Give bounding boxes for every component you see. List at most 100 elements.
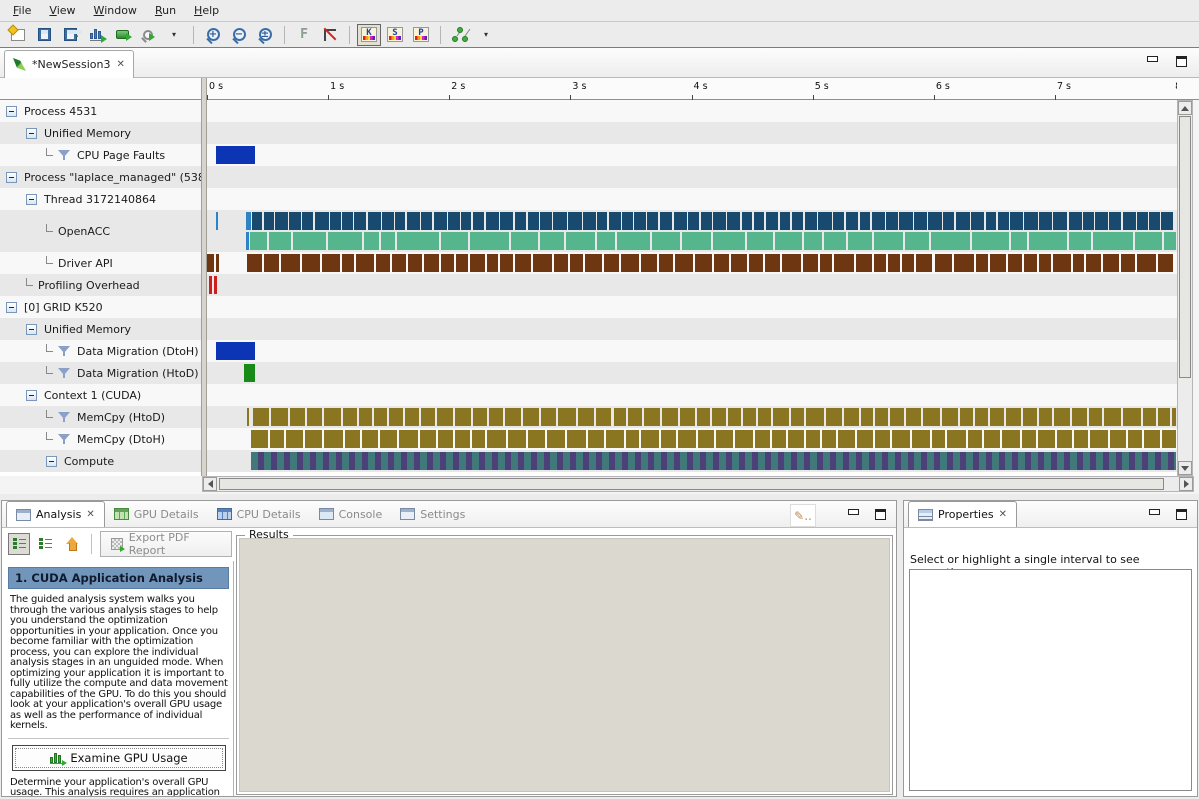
memcpy-htod-interval[interactable] bbox=[1089, 408, 1102, 426]
tab-settings[interactable]: Settings bbox=[391, 501, 474, 527]
timeline-row[interactable] bbox=[207, 362, 1177, 384]
compute-interval[interactable] bbox=[784, 452, 791, 470]
memcpy-htod-interval[interactable] bbox=[743, 408, 755, 426]
memcpy-htod-interval[interactable] bbox=[990, 408, 1004, 426]
openacc-upper-interval[interactable] bbox=[382, 212, 393, 230]
compute-interval[interactable] bbox=[1031, 452, 1038, 470]
memcpy-dtoh-interval[interactable] bbox=[641, 430, 659, 448]
openacc-lower-interval[interactable] bbox=[269, 232, 291, 250]
memcpy-dtoh-interval[interactable] bbox=[508, 430, 526, 448]
driver-api-interval[interactable] bbox=[749, 254, 763, 272]
memcpy-dtoh-interval[interactable] bbox=[1110, 430, 1126, 448]
driver-api-interval[interactable] bbox=[392, 254, 406, 272]
timeline-row[interactable] bbox=[207, 166, 1177, 188]
driver-api-interval[interactable] bbox=[356, 254, 373, 272]
memcpy-dtoh-interval[interactable] bbox=[1002, 430, 1020, 448]
memcpy-htod-interval[interactable] bbox=[1172, 408, 1176, 426]
memcpy-dtoh-interval[interactable] bbox=[678, 430, 696, 448]
driver-api-interval[interactable] bbox=[500, 254, 513, 272]
openacc-upper-interval[interactable] bbox=[500, 212, 513, 230]
compute-interval[interactable] bbox=[459, 452, 466, 470]
memcpy-htod-interval[interactable] bbox=[923, 408, 940, 426]
compute-interval[interactable] bbox=[1148, 452, 1155, 470]
compute-interval[interactable] bbox=[472, 452, 479, 470]
openacc-lower-interval[interactable] bbox=[905, 232, 929, 250]
collapse-icon[interactable] bbox=[6, 302, 17, 313]
guided-analysis-button[interactable] bbox=[448, 24, 472, 46]
openacc-upper-interval[interactable] bbox=[216, 212, 218, 230]
openacc-upper-interval[interactable] bbox=[342, 212, 352, 230]
driver-api-interval[interactable] bbox=[424, 254, 439, 272]
memcpy-htod-interval[interactable] bbox=[1072, 408, 1086, 426]
driver-api-interval[interactable] bbox=[1103, 254, 1119, 272]
compute-interval[interactable] bbox=[1174, 452, 1176, 470]
timeline-row[interactable] bbox=[207, 122, 1177, 144]
memcpy-dtoh-interval[interactable] bbox=[324, 430, 343, 448]
openacc-upper-interval[interactable] bbox=[727, 212, 740, 230]
memcpy-dtoh-interval[interactable] bbox=[1074, 430, 1088, 448]
menu-run[interactable]: Run bbox=[146, 1, 185, 20]
driver-api-interval[interactable] bbox=[820, 254, 832, 272]
memcpy-htod-interval[interactable] bbox=[578, 408, 595, 426]
compute-interval[interactable] bbox=[693, 452, 700, 470]
driver-api-interval[interactable] bbox=[281, 254, 300, 272]
menu-window[interactable]: Window bbox=[85, 1, 146, 20]
driver-api-interval[interactable] bbox=[888, 254, 900, 272]
compute-interval[interactable] bbox=[966, 452, 973, 470]
memcpy-htod-interval[interactable] bbox=[906, 408, 922, 426]
openacc-lower-interval[interactable] bbox=[804, 232, 822, 250]
horizontal-scrollbar[interactable] bbox=[202, 476, 1194, 492]
compute-interval[interactable] bbox=[407, 452, 414, 470]
memcpy-dtoh-interval[interactable] bbox=[1022, 430, 1036, 448]
openacc-lower-interval[interactable] bbox=[874, 232, 903, 250]
dropdown-caret-button[interactable]: ▾ bbox=[474, 24, 498, 46]
memcpy-dtoh-interval[interactable] bbox=[755, 430, 769, 448]
openacc-lower-interval[interactable] bbox=[597, 232, 615, 250]
memcpy-htod-interval[interactable] bbox=[644, 408, 660, 426]
compute-interval[interactable] bbox=[927, 452, 934, 470]
compute-interval[interactable] bbox=[901, 452, 908, 470]
new-session-button[interactable] bbox=[6, 24, 30, 46]
driver-api-interval[interactable] bbox=[342, 254, 355, 272]
memcpy-dtoh-interval[interactable] bbox=[438, 430, 453, 448]
openacc-upper-interval[interactable] bbox=[395, 212, 405, 230]
pc-sampling-button[interactable]: P bbox=[409, 24, 433, 46]
memcpy-htod-interval[interactable] bbox=[437, 408, 453, 426]
openacc-upper-interval[interactable] bbox=[943, 212, 954, 230]
openacc-upper-interval[interactable] bbox=[252, 212, 262, 230]
memcpy-htod-interval[interactable] bbox=[826, 408, 842, 426]
openacc-upper-interval[interactable] bbox=[473, 212, 484, 230]
vertical-scrollbar[interactable] bbox=[1177, 100, 1193, 476]
openacc-lower-interval[interactable] bbox=[652, 232, 680, 250]
menu-file[interactable]: File bbox=[4, 1, 40, 20]
tab-session[interactable]: *NewSession3 ✕ bbox=[4, 50, 134, 78]
openacc-upper-interval[interactable] bbox=[956, 212, 970, 230]
memcpy-dtoh-interval[interactable] bbox=[567, 430, 586, 448]
collapse-icon[interactable] bbox=[6, 106, 17, 117]
openacc-upper-interval[interactable] bbox=[540, 212, 551, 230]
compute-interval[interactable] bbox=[1005, 452, 1012, 470]
driver-api-interval[interactable] bbox=[1073, 254, 1084, 272]
openacc-upper-interval[interactable] bbox=[805, 212, 817, 230]
memcpy-dtoh-interval[interactable] bbox=[420, 430, 436, 448]
compute-interval[interactable] bbox=[1122, 452, 1129, 470]
memcpy-dtoh-interval[interactable] bbox=[455, 430, 469, 448]
compute-interval[interactable] bbox=[745, 452, 752, 470]
compute-interval[interactable] bbox=[628, 452, 635, 470]
memcpy-htod-interval[interactable] bbox=[271, 408, 289, 426]
memcpy-htod-interval[interactable] bbox=[596, 408, 611, 426]
driver-api-interval[interactable] bbox=[1053, 254, 1071, 272]
filter-funnel-icon[interactable] bbox=[58, 411, 71, 423]
driver-api-interval[interactable] bbox=[641, 254, 657, 272]
openacc-upper-interval[interactable] bbox=[1083, 212, 1094, 230]
openacc-upper-interval[interactable] bbox=[1109, 212, 1121, 230]
driver-api-interval[interactable] bbox=[902, 254, 914, 272]
compute-interval[interactable] bbox=[550, 452, 557, 470]
menu-view[interactable]: View bbox=[40, 1, 84, 20]
openacc-upper-interval[interactable] bbox=[660, 212, 673, 230]
openacc-upper-interval[interactable] bbox=[713, 212, 725, 230]
memcpy-dtoh-interval[interactable] bbox=[661, 430, 676, 448]
timeline-row[interactable] bbox=[207, 188, 1177, 210]
memcpy-htod-interval[interactable] bbox=[758, 408, 771, 426]
memcpy-dtoh-interval[interactable] bbox=[270, 430, 284, 448]
